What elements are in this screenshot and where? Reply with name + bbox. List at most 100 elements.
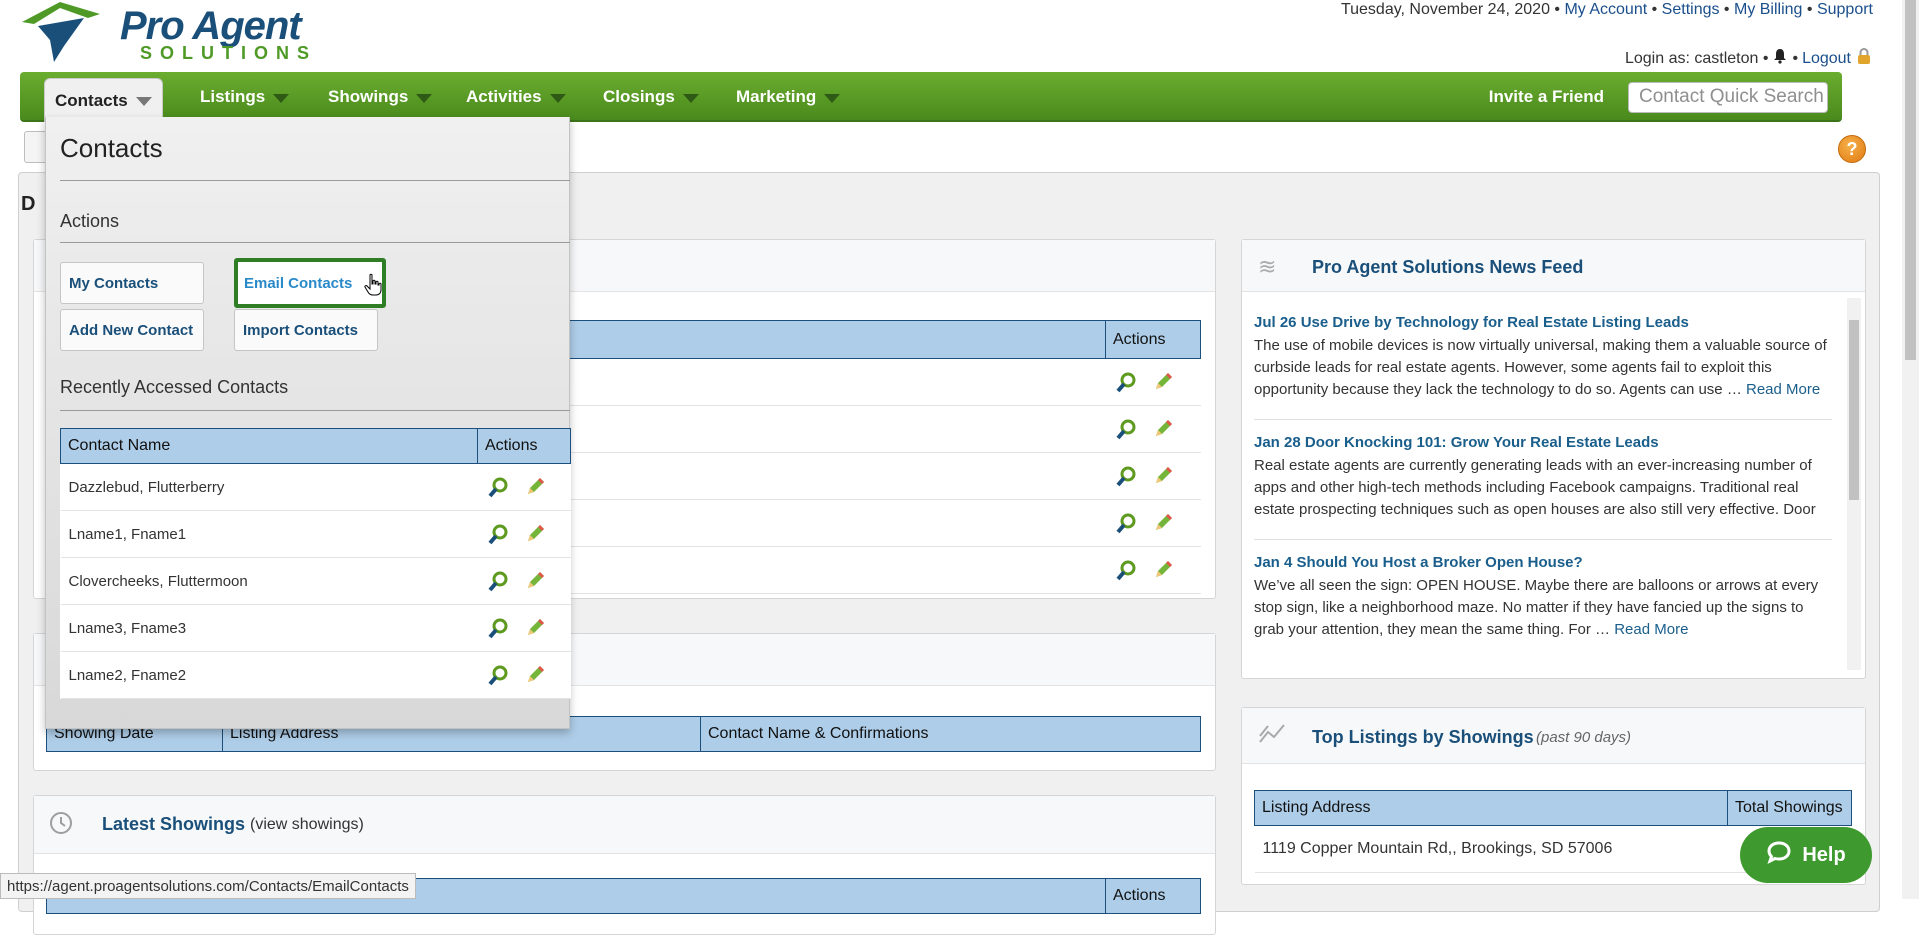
recently-accessed-heading: Recently Accessed Contacts: [60, 377, 289, 397]
edit-icon[interactable]: [522, 474, 548, 500]
my-contacts-button[interactable]: My Contacts: [60, 262, 204, 304]
top-listings-subtitle: (past 90 days): [1536, 729, 1632, 746]
read-more-link[interactable]: Read More: [1746, 381, 1820, 398]
dropdown-title: Contacts: [60, 133, 163, 163]
nav-listings[interactable]: Listings: [190, 72, 299, 122]
contact-name-cell[interactable]: Dazzlebud, Flutterberry: [60, 463, 478, 511]
help-chat-button[interactable]: Help: [1740, 827, 1872, 883]
view-icon[interactable]: [486, 474, 512, 500]
page-scrollbar[interactable]: [1902, 0, 1919, 899]
news-item-body: The use of mobile devices is now virtual…: [1254, 337, 1827, 398]
actions-heading: Actions: [60, 211, 120, 231]
edit-icon[interactable]: [1150, 510, 1176, 536]
news-feed-title: Pro Agent Solutions News Feed: [1312, 257, 1584, 277]
edit-icon[interactable]: [522, 521, 548, 547]
edit-icon[interactable]: [522, 662, 548, 688]
view-icon[interactable]: [1114, 369, 1140, 395]
news-item-title-link[interactable]: Jul 26 Use Drive by Technology for Real …: [1254, 314, 1689, 331]
table-row: Dazzlebud, Flutterberry: [60, 463, 571, 511]
latest-showings-title: Latest Showings: [102, 814, 246, 834]
nav-closings[interactable]: Closings: [593, 72, 709, 122]
nav-showings[interactable]: Showings: [318, 72, 442, 122]
nav-marketing-label: Marketing: [736, 87, 817, 106]
support-link[interactable]: Support: [1817, 1, 1873, 18]
bell-icon[interactable]: [1772, 48, 1788, 69]
top-links: Tuesday, November 24, 2020 • My Account …: [1340, 1, 1873, 18]
nav-activities[interactable]: Activities: [456, 72, 576, 122]
news-item-title-link[interactable]: Jan 28 Door Knocking 101: Grow Your Real…: [1254, 434, 1659, 451]
current-date: Tuesday, November 24, 2020: [1340, 1, 1550, 18]
invite-friend-link[interactable]: Invite a Friend: [1489, 72, 1604, 122]
login-as-text: Login as: castleton •: [1624, 49, 1769, 67]
news-item-title-link[interactable]: Jan 4 Should You Host a Broker Open Hous…: [1254, 554, 1583, 571]
nav-marketing[interactable]: Marketing: [726, 72, 850, 122]
logo-text-line2: SOLUTIONS: [140, 43, 318, 63]
news-feed-panel: ≋ Pro Agent Solutions News Feed Jul 26 U…: [1241, 239, 1866, 679]
news-scrollbar-thumb[interactable]: [1849, 320, 1859, 500]
login-line: Login as: castleton • • Logout: [1625, 47, 1873, 70]
listing-address-cell: 1119 Copper Mountain Rd,, Brookings, SD …: [1254, 825, 1728, 873]
contacts-dropdown-menu: Contacts Actions My Contacts Email Conta…: [45, 117, 571, 729]
rss-wave-icon: ≋: [1258, 254, 1277, 279]
chat-bubble-icon: [1766, 840, 1792, 870]
my-account-link[interactable]: My Account: [1564, 1, 1647, 18]
nav-contacts[interactable]: Contacts: [44, 78, 163, 122]
actions-column-header: Actions: [1105, 320, 1201, 359]
contact-name-cell[interactable]: Lname2, Fname2: [60, 651, 478, 699]
contact-name-cell[interactable]: Lname3, Fname3: [60, 604, 478, 652]
nav-listings-label: Listings: [200, 87, 266, 106]
nav-showings-label: Showings: [328, 87, 409, 106]
view-icon[interactable]: [486, 662, 512, 688]
panel-header: Latest Showings (view showings): [34, 796, 1215, 854]
main-nav: Contacts Listings Showings Activities Cl…: [20, 72, 1842, 122]
logo[interactable]: Pro Agent SOLUTIONS: [20, 0, 340, 66]
read-more-link[interactable]: Read More: [1614, 621, 1688, 638]
divider: [60, 242, 570, 243]
edit-icon[interactable]: [522, 568, 548, 594]
edit-icon[interactable]: [1150, 416, 1176, 442]
edit-icon[interactable]: [1150, 463, 1176, 489]
import-contacts-button[interactable]: Import Contacts: [234, 309, 378, 351]
contact-quick-search-input[interactable]: Contact Quick Search: [1628, 82, 1828, 113]
help-chat-label: Help: [1802, 843, 1846, 866]
clock-icon: [48, 810, 74, 839]
divider: [60, 410, 570, 411]
contact-name-cell[interactable]: Clovercheeks, Fluttermoon: [60, 557, 478, 605]
chevron-down-icon: [135, 97, 152, 106]
news-item: Jul 26 Use Drive by Technology for Real …: [1254, 314, 1832, 420]
my-billing-link[interactable]: My Billing: [1734, 1, 1802, 18]
add-new-contact-button[interactable]: Add New Contact: [60, 309, 204, 351]
edit-icon[interactable]: [1150, 369, 1176, 395]
edit-icon[interactable]: [522, 615, 548, 641]
lock-icon: [1855, 47, 1873, 70]
view-icon[interactable]: [1114, 416, 1140, 442]
nav-activities-label: Activities: [466, 87, 542, 106]
news-item: Jan 28 Door Knocking 101: Grow Your Real…: [1254, 434, 1832, 540]
news-item-body: Real estate agents are currently generat…: [1254, 457, 1816, 518]
table-row: Lname3, Fname3: [60, 604, 571, 652]
view-icon[interactable]: [486, 521, 512, 547]
logo-house-icon: [22, 2, 100, 62]
trend-line-icon: [1258, 722, 1286, 749]
status-bar-url: https://agent.proagentsolutions.com/Cont…: [0, 873, 416, 899]
view-icon[interactable]: [1114, 510, 1140, 536]
view-icon[interactable]: [1114, 557, 1140, 583]
table-row: Lname1, Fname1: [60, 510, 571, 558]
logo-text-line1: Pro Agent: [120, 4, 302, 48]
view-icon[interactable]: [1114, 463, 1140, 489]
contact-name-cell[interactable]: Lname1, Fname1: [60, 510, 478, 558]
help-question-icon[interactable]: ?: [1838, 135, 1866, 163]
news-scrollbar[interactable]: [1847, 298, 1861, 670]
chevron-down-icon: [549, 93, 566, 103]
view-icon[interactable]: [486, 568, 512, 594]
chevron-down-icon: [273, 93, 290, 103]
edit-icon[interactable]: [1150, 557, 1176, 583]
page-scrollbar-thumb[interactable]: [1905, 0, 1916, 360]
view-showings-link[interactable]: (view showings): [250, 816, 364, 834]
settings-link[interactable]: Settings: [1662, 1, 1720, 18]
actions-header: Actions: [477, 428, 571, 464]
logout-link[interactable]: Logout: [1802, 50, 1851, 68]
panel-header: ≋ Pro Agent Solutions News Feed: [1242, 240, 1865, 292]
divider: [60, 180, 570, 181]
view-icon[interactable]: [486, 615, 512, 641]
